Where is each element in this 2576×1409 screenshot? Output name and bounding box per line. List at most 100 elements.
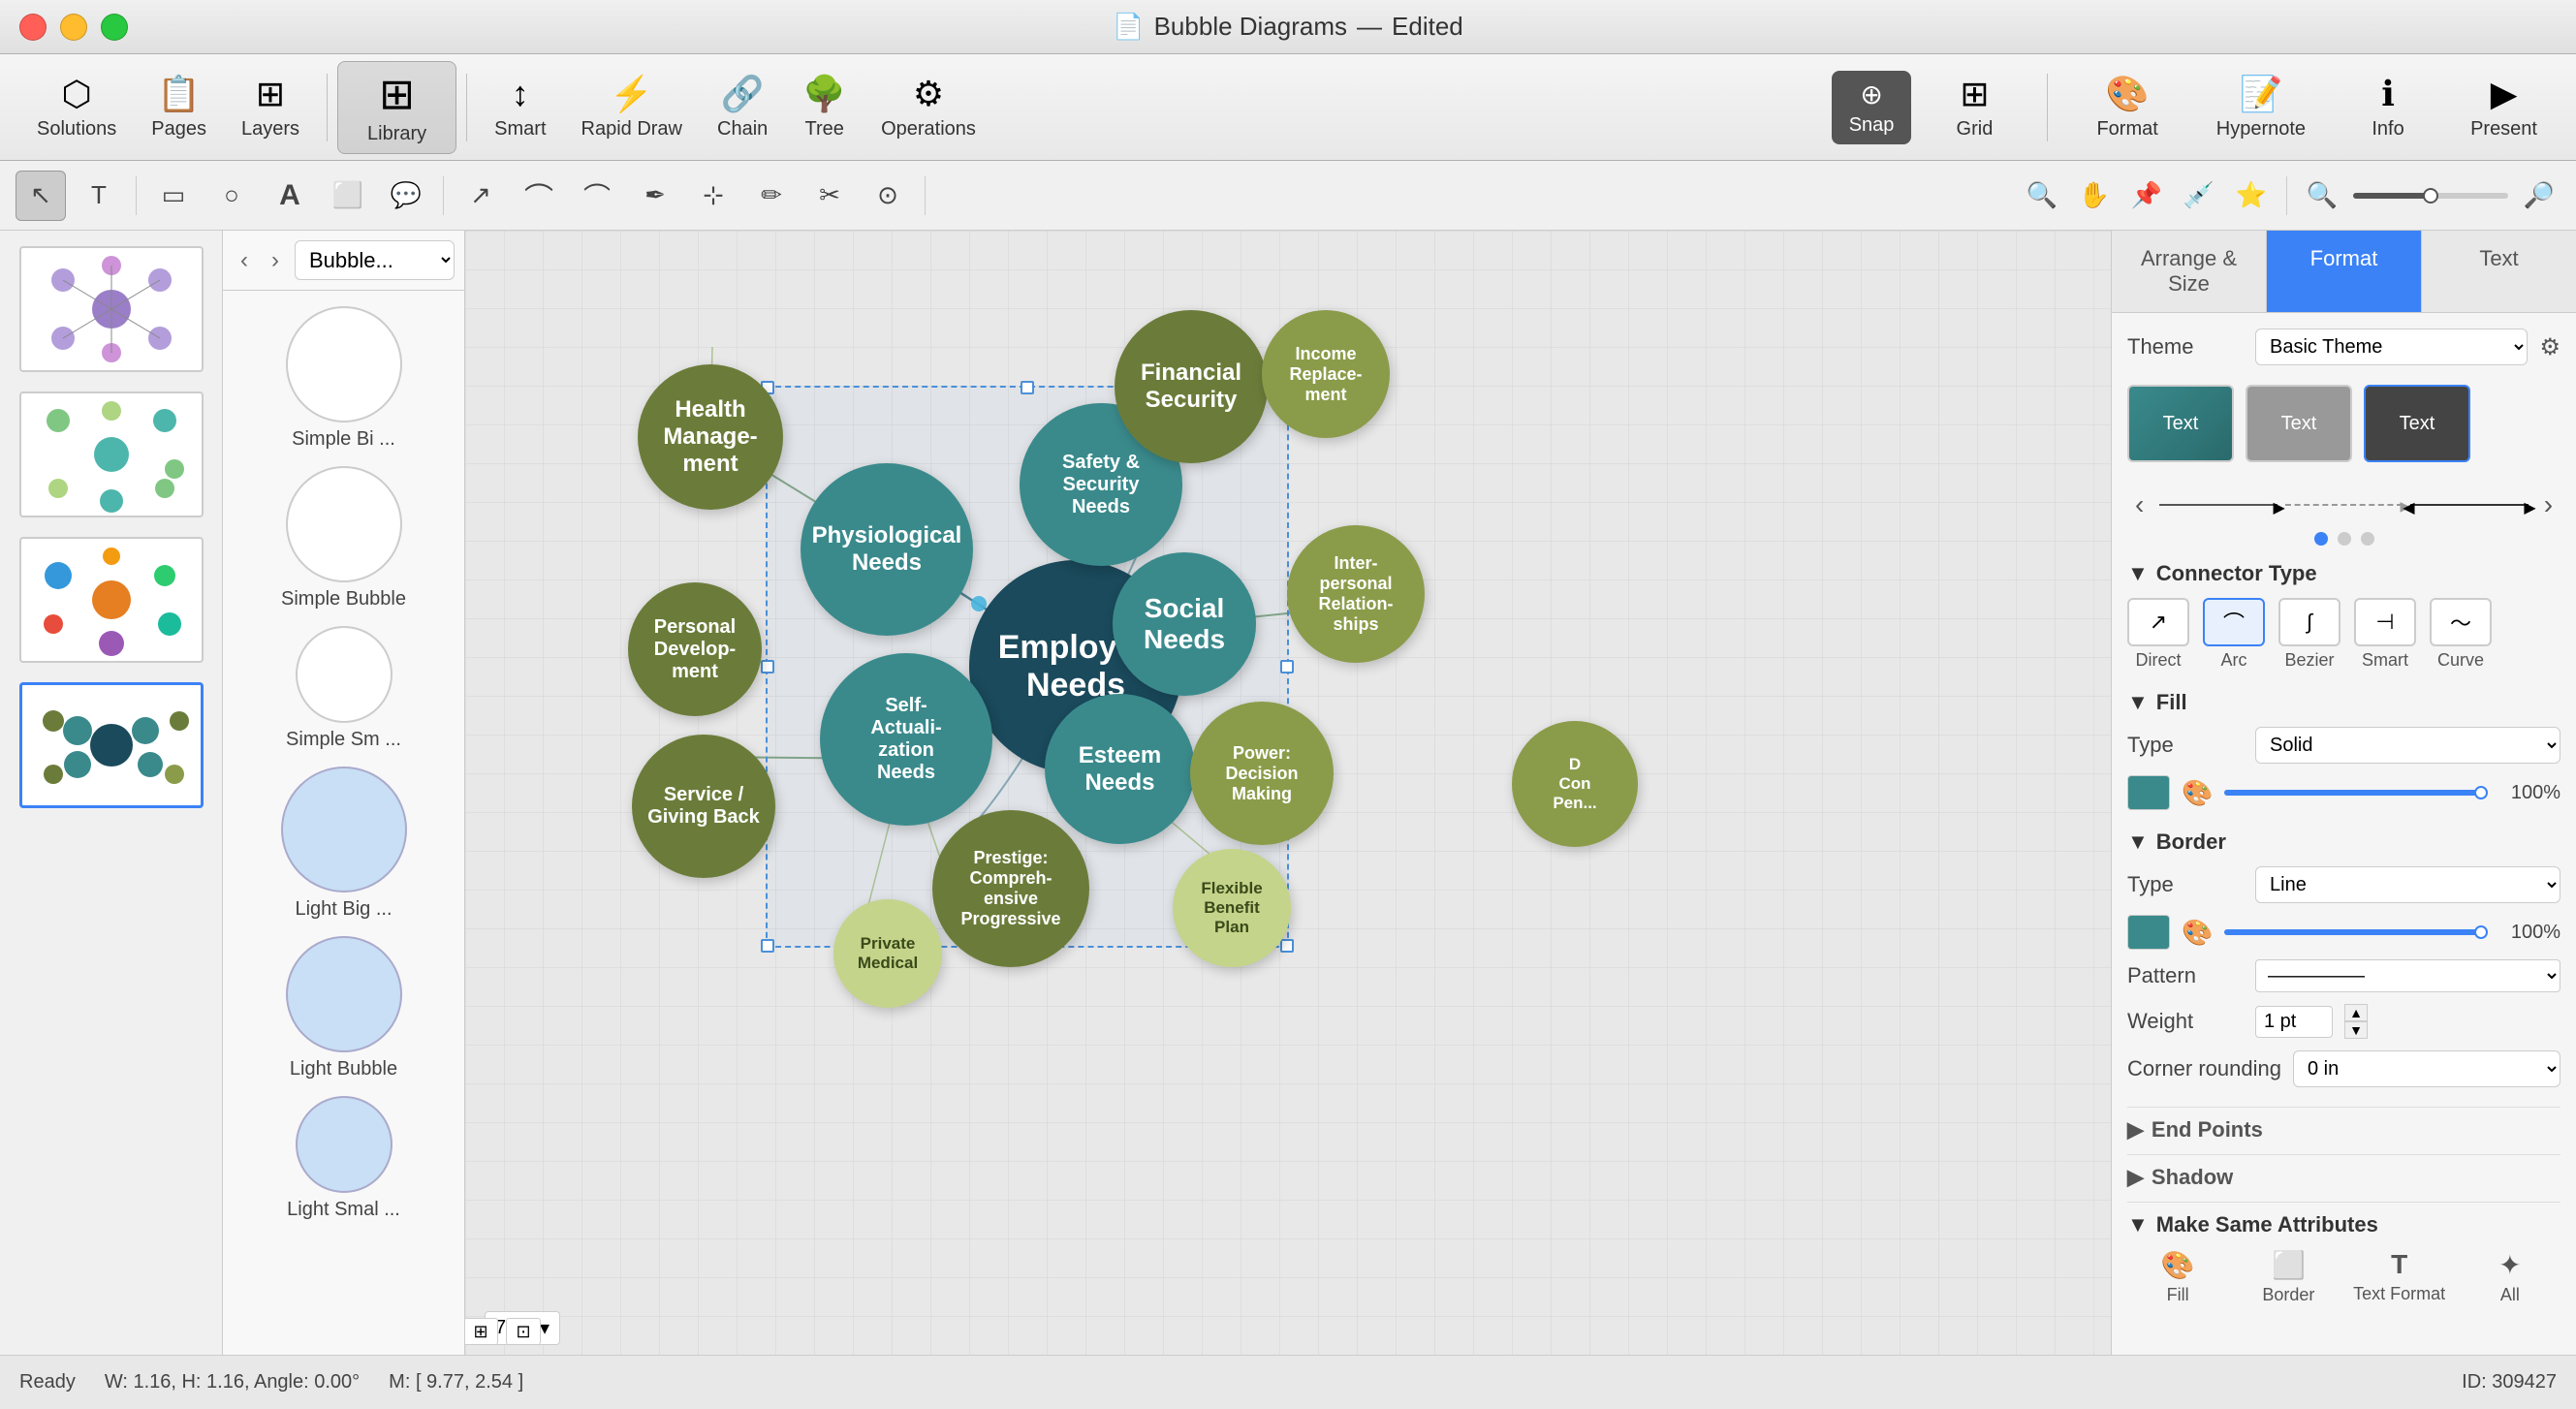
zoom-plus[interactable]: 🔎 bbox=[2518, 174, 2560, 217]
bubble-physiological[interactable]: PhysiologicalNeeds bbox=[801, 463, 973, 636]
tab-text[interactable]: Text bbox=[2422, 231, 2576, 312]
scissors-tool[interactable]: ✂ bbox=[804, 171, 855, 221]
connector-type-header[interactable]: ▼ Connector Type bbox=[2127, 561, 2560, 586]
fill-header[interactable]: ▼ Fill bbox=[2127, 690, 2560, 715]
zoom-slider[interactable] bbox=[2353, 193, 2508, 199]
fill-color-wheel[interactable]: 🎨 bbox=[2182, 778, 2213, 808]
bubble-service[interactable]: Service /Giving Back bbox=[632, 735, 775, 878]
conn-smart[interactable]: ⊣ Smart bbox=[2354, 598, 2416, 671]
conn-bezier[interactable]: ∫ Bezier bbox=[2278, 598, 2340, 671]
attr-border[interactable]: ⬜ Border bbox=[2238, 1249, 2339, 1305]
magic-tool[interactable]: ⭐ bbox=[2230, 174, 2273, 217]
rapid-draw-button[interactable]: ⚡ Rapid Draw bbox=[564, 66, 700, 148]
bubble-income[interactable]: IncomeReplace-ment bbox=[1262, 310, 1390, 438]
present-button[interactable]: ▶ Present bbox=[2451, 68, 2557, 146]
comment-tool[interactable]: 💬 bbox=[381, 171, 431, 221]
style-swatch-1[interactable]: Text bbox=[2127, 385, 2234, 462]
bubble-personal[interactable]: PersonalDevelop-ment bbox=[628, 582, 762, 716]
bubble-private-medical[interactable]: PrivateMedical bbox=[833, 899, 942, 1008]
hypernote-button[interactable]: 📝 Hypernote bbox=[2197, 68, 2325, 146]
end-points-header[interactable]: ▶ End Points bbox=[2127, 1117, 2560, 1143]
tree-button[interactable]: 🌳 Tree bbox=[785, 66, 864, 148]
tab-format[interactable]: Format bbox=[2267, 231, 2422, 312]
template-selector[interactable]: Bubble... bbox=[295, 240, 455, 280]
bubble-flexible[interactable]: FlexibleBenefitPlan bbox=[1173, 849, 1291, 967]
style-swatch-3[interactable]: Text bbox=[2364, 385, 2470, 462]
conn-direct[interactable]: ↗ Direct bbox=[2127, 598, 2189, 671]
weight-down[interactable]: ▼ bbox=[2344, 1021, 2368, 1039]
eyedrop-tool[interactable]: 💉 bbox=[2178, 174, 2220, 217]
fit-page-button[interactable]: ⊞ bbox=[465, 1318, 498, 1345]
rect-tool[interactable]: ▭ bbox=[148, 171, 199, 221]
library-button[interactable]: ⊞ Library bbox=[337, 61, 456, 154]
snap-button[interactable]: ⊕ Snap bbox=[1832, 71, 1912, 144]
border-header[interactable]: ▼ Border bbox=[2127, 830, 2560, 855]
arrow-tool[interactable]: ↗ bbox=[456, 171, 506, 221]
connect-tool[interactable]: ⊹ bbox=[688, 171, 738, 221]
zoom-out-button[interactable]: 🔍 bbox=[2021, 174, 2063, 217]
canvas-area[interactable]: EmployeeNeeds PhysiologicalNeeds Safety … bbox=[465, 231, 2111, 1355]
dot-2[interactable] bbox=[2338, 532, 2351, 546]
shadow-header[interactable]: ▶ Shadow bbox=[2127, 1165, 2560, 1190]
template-light-smal[interactable]: Light Smal ... bbox=[233, 1096, 455, 1221]
nav-prev[interactable]: ‹ bbox=[233, 243, 256, 278]
maximize-button[interactable] bbox=[101, 14, 128, 41]
make-same-header[interactable]: ▼ Make Same Attributes bbox=[2127, 1212, 2560, 1237]
bubble-partial-right[interactable]: DConPen... bbox=[1512, 721, 1638, 847]
tab-arrange-size[interactable]: Arrange & Size bbox=[2112, 231, 2267, 312]
border-slider-track[interactable] bbox=[2224, 929, 2481, 935]
draw-tool[interactable]: ✏ bbox=[746, 171, 797, 221]
actual-size-button[interactable]: ⊡ bbox=[506, 1318, 541, 1345]
bubble-power[interactable]: Power:DecisionMaking bbox=[1190, 702, 1334, 845]
select-tool[interactable]: ↖ bbox=[16, 171, 66, 221]
theme-select[interactable]: Basic Theme bbox=[2255, 329, 2528, 365]
text-box-tool[interactable]: ⬜ bbox=[323, 171, 373, 221]
border-pattern-select[interactable]: ————— bbox=[2255, 959, 2560, 992]
fill-color-swatch[interactable] bbox=[2127, 775, 2170, 810]
template-light-big[interactable]: Light Big ... bbox=[233, 767, 455, 921]
conn-arc[interactable]: ⌒ Arc bbox=[2203, 598, 2265, 671]
ellipse-tool[interactable]: ○ bbox=[206, 171, 257, 221]
arrows-prev[interactable]: ‹ bbox=[2127, 485, 2152, 524]
fill-type-select[interactable]: Solid bbox=[2255, 727, 2560, 764]
close-button[interactable] bbox=[19, 14, 47, 41]
pen-tool[interactable]: ✒ bbox=[630, 171, 680, 221]
dot-1[interactable] bbox=[2314, 532, 2328, 546]
attr-text-format[interactable]: T Text Format bbox=[2349, 1249, 2450, 1305]
pin-tool[interactable]: 📌 bbox=[2125, 174, 2168, 217]
bubble-esteem[interactable]: EsteemNeeds bbox=[1045, 694, 1195, 844]
thumbnail-1[interactable] bbox=[10, 246, 212, 372]
arc-tool[interactable]: ⌒ bbox=[572, 171, 622, 221]
bubble-interpersonal[interactable]: Inter-personalRelation-ships bbox=[1287, 525, 1425, 663]
border-weight-input[interactable] bbox=[2255, 1006, 2333, 1038]
style-swatch-2[interactable]: Text bbox=[2246, 385, 2352, 462]
operations-button[interactable]: ⚙ Operations bbox=[864, 66, 993, 148]
chain-button[interactable]: 🔗 Chain bbox=[700, 66, 785, 148]
template-light-bubble[interactable]: Light Bubble bbox=[233, 936, 455, 1080]
minimize-button[interactable] bbox=[60, 14, 87, 41]
thumbnail-2[interactable] bbox=[10, 391, 212, 517]
attr-fill[interactable]: 🎨 Fill bbox=[2127, 1249, 2228, 1305]
nav-next[interactable]: › bbox=[264, 243, 287, 278]
pan-tool[interactable]: ✋ bbox=[2073, 174, 2116, 217]
border-type-select[interactable]: Line bbox=[2255, 866, 2560, 903]
bubble-self-actualization[interactable]: Self-Actuali-zationNeeds bbox=[820, 653, 992, 826]
pages-button[interactable]: 📋 Pages bbox=[134, 66, 224, 148]
format-button[interactable]: 🎨 Format bbox=[2077, 68, 2177, 146]
conn-curve[interactable]: 〜 Curve bbox=[2430, 598, 2492, 671]
info-button[interactable]: ℹ Info bbox=[2344, 68, 2432, 146]
arrows-next[interactable]: › bbox=[2536, 485, 2560, 524]
stamp-tool[interactable]: ⊙ bbox=[863, 171, 913, 221]
attr-all[interactable]: ✦ All bbox=[2460, 1249, 2560, 1305]
zoom-dropdown-arrow[interactable]: ▾ bbox=[540, 1316, 550, 1340]
thumbnail-3[interactable] bbox=[10, 537, 212, 663]
thumbnail-4[interactable] bbox=[10, 682, 212, 808]
border-color-swatch[interactable] bbox=[2127, 915, 2170, 950]
weight-up[interactable]: ▲ bbox=[2344, 1004, 2368, 1021]
solutions-button[interactable]: ⬡ Solutions bbox=[19, 66, 134, 148]
curve-tool[interactable]: ⌒ bbox=[514, 171, 564, 221]
fill-slider-track[interactable] bbox=[2224, 790, 2481, 796]
template-simple-sm[interactable]: Simple Sm ... bbox=[233, 626, 455, 751]
label-tool[interactable]: A bbox=[265, 171, 315, 221]
bubble-health[interactable]: HealthManage-ment bbox=[638, 364, 783, 510]
